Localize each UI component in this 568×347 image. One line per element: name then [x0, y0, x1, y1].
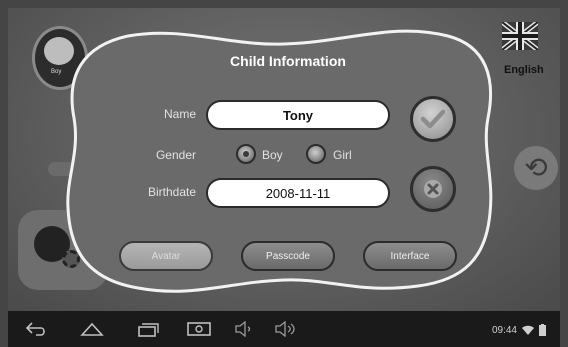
- wifi-icon: [522, 325, 534, 335]
- navigation-bar: 09:44: [8, 311, 560, 347]
- home-icon[interactable]: [80, 321, 104, 337]
- gender-boy-radio[interactable]: [236, 144, 256, 164]
- gender-label: Gender: [155, 148, 196, 162]
- status-area: 09:44: [492, 324, 546, 336]
- name-field[interactable]: Tony: [206, 100, 390, 130]
- volume-up-icon[interactable]: [274, 321, 298, 337]
- cancel-button[interactable]: [410, 166, 456, 212]
- dialog-title: Child Information: [230, 53, 346, 69]
- checkmark-icon: [421, 109, 445, 129]
- birthdate-field[interactable]: 2008-11-11: [206, 178, 390, 208]
- screenshot-icon[interactable]: [186, 321, 212, 337]
- app-screen: Boy English ⟲ Child Information Name Ton…: [8, 8, 560, 311]
- passcode-button[interactable]: Passcode: [241, 241, 335, 271]
- battery-icon: [539, 324, 546, 336]
- child-information-dialog: Child Information Name Tony Gender Boy G…: [8, 8, 560, 311]
- x-icon: [424, 180, 442, 198]
- gender-girl-radio[interactable]: [306, 144, 326, 164]
- volume-down-icon[interactable]: [234, 321, 254, 337]
- recent-apps-icon[interactable]: [136, 321, 160, 337]
- clock: 09:44: [491, 324, 517, 336]
- back-icon[interactable]: [24, 321, 48, 337]
- avatar-button[interactable]: Avatar: [119, 241, 213, 271]
- confirm-button[interactable]: [410, 96, 456, 142]
- name-label: Name: [163, 107, 196, 121]
- birthdate-label: Birthdate: [147, 185, 196, 199]
- interface-button[interactable]: Interface: [363, 241, 457, 271]
- gender-girl-label[interactable]: Girl: [333, 148, 352, 162]
- gender-boy-label[interactable]: Boy: [262, 148, 283, 162]
